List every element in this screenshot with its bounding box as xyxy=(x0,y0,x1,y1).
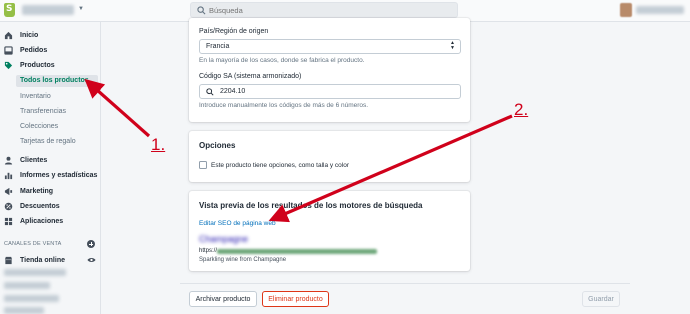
shopify-logo[interactable] xyxy=(4,3,15,17)
sidebar: Inicio Pedidos Productos Todos los produ… xyxy=(0,22,101,314)
search-icon xyxy=(197,6,206,15)
options-checkbox-label[interactable]: Este producto tiene opciones, como talla… xyxy=(211,162,349,169)
seo-preview-url-prefix: https:// xyxy=(199,248,218,254)
discounts-icon xyxy=(4,202,13,210)
blurred-channel xyxy=(4,295,59,302)
avatar[interactable] xyxy=(620,3,632,17)
seo-preview-description: Sparkling wine from Champagne xyxy=(199,257,287,263)
analytics-icon xyxy=(4,172,13,179)
sidebar-item-label: Informes y estadísticas xyxy=(20,171,98,179)
country-label: País/Región de origen xyxy=(199,28,269,35)
seo-preview-title: Champagne xyxy=(199,234,249,244)
blurred-channel xyxy=(4,282,50,289)
sidebar-item-label: Marketing xyxy=(20,187,54,195)
customs-card: País/Región de origen Francia ▲ ▼ En la m… xyxy=(189,18,470,122)
sales-channels-title: CANALES DE VENTA xyxy=(4,241,62,247)
country-select[interactable]: Francia ▲ ▼ xyxy=(199,39,461,54)
save-button[interactable]: Guardar xyxy=(582,291,620,307)
sidebar-item-pedidos[interactable]: Pedidos xyxy=(0,44,101,56)
sidebar-item-label: Pedidos xyxy=(20,46,48,54)
sidebar-item-productos[interactable]: Productos xyxy=(0,59,101,71)
customers-icon xyxy=(4,156,13,165)
sidebar-subitem-todos-los-productos[interactable]: Todos los productos xyxy=(20,77,89,84)
blurred-channel xyxy=(4,307,44,314)
options-checkbox[interactable] xyxy=(199,161,207,169)
eye-icon[interactable] xyxy=(87,257,96,263)
tag-icon xyxy=(4,61,13,69)
user-name-blurred[interactable] xyxy=(636,6,684,14)
home-icon xyxy=(4,31,13,39)
hs-code-label: Código SA (sistema armonizado) xyxy=(199,73,302,80)
sidebar-item-informes[interactable]: Informes y estadísticas xyxy=(0,169,101,181)
sidebar-item-label: Clientes xyxy=(20,156,48,164)
sidebar-subitem-tarjetas-de-regalo[interactable]: Tarjetas de regalo xyxy=(20,138,76,145)
sidebar-item-clientes[interactable]: Clientes xyxy=(0,154,101,166)
hs-code-field[interactable]: 2204.10 xyxy=(199,84,461,99)
store-icon xyxy=(4,256,13,264)
annotation-label-1: 1. xyxy=(151,135,166,154)
chevron-down-icon[interactable]: ▼ xyxy=(78,6,84,12)
search-bar[interactable] xyxy=(190,2,458,18)
options-title: Opciones xyxy=(199,141,236,150)
sidebar-item-label: Productos xyxy=(20,61,55,69)
sidebar-item-aplicaciones[interactable]: Aplicaciones xyxy=(0,215,101,227)
country-select-value: Francia xyxy=(206,43,230,50)
country-help-text: En la mayoría de los casos, donde se fab… xyxy=(199,57,365,64)
seo-title: Vista previa de los resultados de los mo… xyxy=(199,201,423,210)
sidebar-item-label: Aplicaciones xyxy=(20,217,64,225)
delete-product-button[interactable]: Eliminar producto xyxy=(262,291,329,307)
sidebar-item-inicio[interactable]: Inicio xyxy=(0,29,101,41)
sidebar-subitem-transferencias[interactable]: Transferencias xyxy=(20,108,66,115)
store-name-blurred[interactable] xyxy=(22,5,74,15)
hs-code-value: 2204.10 xyxy=(220,88,246,95)
footer-divider xyxy=(180,283,630,284)
annotation-label-2: 2. xyxy=(514,100,529,119)
sidebar-item-marketing[interactable]: Marketing xyxy=(0,185,101,197)
apps-icon xyxy=(4,217,13,225)
sidebar-item-label: Descuentos xyxy=(20,202,60,210)
orders-icon xyxy=(4,45,13,55)
sidebar-item-tienda-online[interactable]: Tienda online xyxy=(0,254,101,266)
add-channel-plus-icon[interactable] xyxy=(87,240,95,248)
sidebar-item-descuentos[interactable]: Descuentos xyxy=(0,200,101,212)
marketing-icon xyxy=(4,187,13,195)
sidebar-item-label: Tienda online xyxy=(20,256,65,264)
options-card: Opciones Este producto tiene opciones, c… xyxy=(189,131,470,182)
blurred-channel xyxy=(4,269,66,276)
search-input[interactable] xyxy=(209,5,449,16)
edit-seo-link[interactable]: Editar SEO de página web xyxy=(199,220,276,227)
sidebar-subitem-colecciones[interactable]: Colecciones xyxy=(20,123,58,130)
hs-code-help-text: Introduce manualmente los códigos de más… xyxy=(199,102,369,109)
sidebar-item-label: Inicio xyxy=(20,31,39,39)
seo-preview-card: Vista previa de los resultados de los mo… xyxy=(189,191,470,271)
archive-product-button[interactable]: Archivar producto xyxy=(189,291,257,307)
sidebar-subitem-inventario[interactable]: Inventario xyxy=(20,93,51,100)
search-icon xyxy=(206,88,214,96)
select-arrows-icon: ▲ ▼ xyxy=(450,40,455,51)
seo-preview-url-blurred xyxy=(217,249,377,254)
